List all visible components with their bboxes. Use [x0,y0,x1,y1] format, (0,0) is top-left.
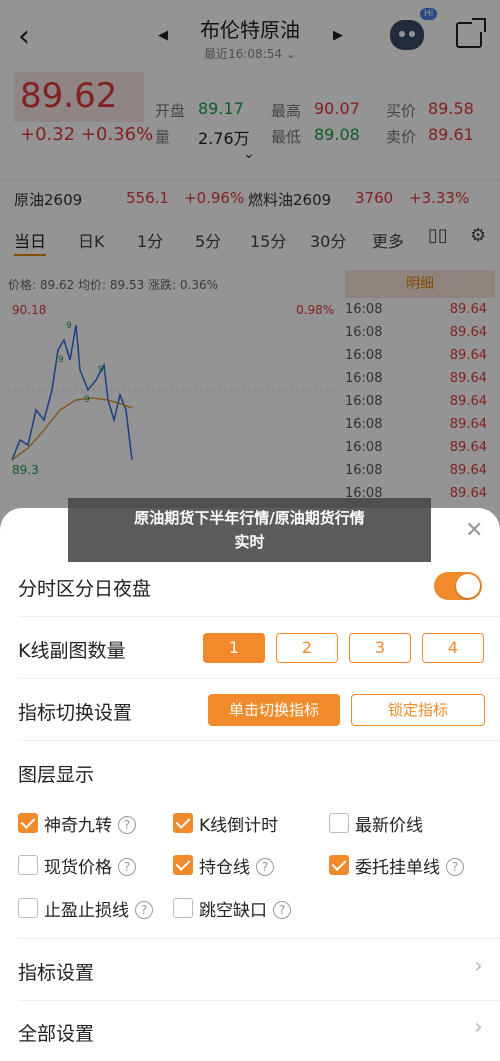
divider [18,740,500,741]
kline-count-3[interactable]: 3 [349,633,411,663]
layer-label: 神奇九转 [44,816,112,836]
checkbox-box[interactable] [18,898,38,918]
toggle-knob [456,574,480,598]
divider [18,938,500,939]
caption-line-2: 实时 [234,533,265,551]
indicator-switch-label: 指标切换设置 [18,702,133,724]
divider [18,616,500,617]
kline-count-2[interactable]: 2 [276,633,338,663]
layer-label: 现货价格 [44,858,112,878]
divider [18,1000,500,1001]
checkbox-box[interactable] [329,813,349,833]
help-icon[interactable]: ? [256,858,274,876]
layer-display-label: 图层显示 [18,764,95,786]
help-icon[interactable]: ? [118,858,136,876]
checkbox-box[interactable] [18,855,38,875]
layer-label: 最新价线 [355,816,423,836]
article-caption: 原油期货下半年行情/原油期货行情 实时 [68,498,431,562]
checkbox-box[interactable] [173,855,193,875]
chevron-right-icon[interactable]: › [474,1015,483,1040]
indicator-settings-item[interactable]: 指标设置 [18,958,94,985]
help-icon[interactable]: ? [446,858,464,876]
help-icon[interactable]: ? [135,901,153,919]
layer-label: 跳空缺口 [199,901,267,921]
layer-label: 持仓线 [199,858,250,878]
checkbox-box[interactable] [173,898,193,918]
help-icon[interactable]: ? [273,901,291,919]
checkbox-box[interactable] [329,855,349,875]
help-icon[interactable]: ? [118,816,136,834]
kline-count-1[interactable]: 1 [203,633,265,663]
kline-count-4[interactable]: 4 [422,633,484,663]
kline-subchart-label: K线副图数量 [18,640,126,662]
session-split-label: 分时区分日夜盘 [18,578,152,600]
caption-line-1: 原油期货下半年行情/原油期货行情 [134,509,365,527]
close-icon[interactable]: ✕ [465,518,483,543]
layer-label: 止盈止损线 [44,901,129,921]
checkbox-box[interactable] [18,813,38,833]
layer-label: 委托挂单线 [355,858,440,878]
click-switch-indicator-button[interactable]: 单击切换指标 [208,694,340,726]
divider [18,678,500,679]
lock-indicator-button[interactable]: 锁定指标 [351,694,485,726]
chevron-right-icon[interactable]: › [474,954,483,979]
all-settings-item[interactable]: 全部设置 [18,1019,94,1046]
layer-label: K线倒计时 [199,816,279,836]
checkbox-box[interactable] [173,813,193,833]
